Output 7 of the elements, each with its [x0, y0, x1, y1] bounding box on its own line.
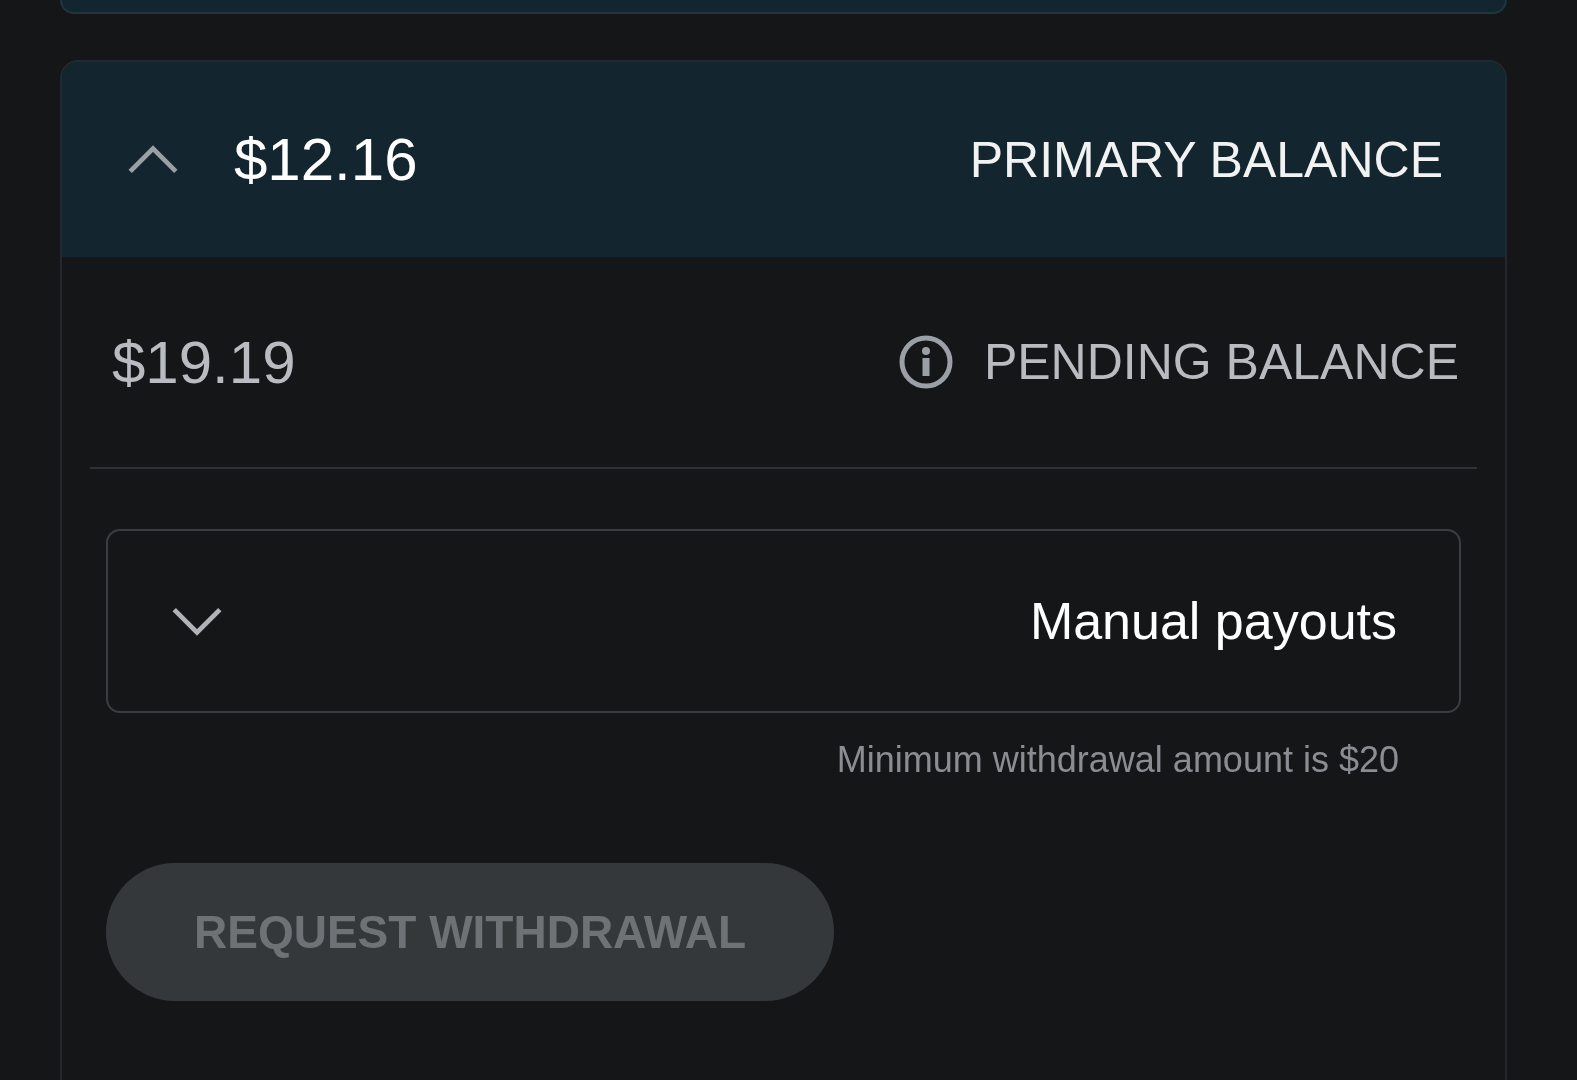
- primary-balance-label: PRIMARY BALANCE: [969, 130, 1443, 189]
- payout-select[interactable]: Manual payouts: [106, 529, 1461, 713]
- helper-text: Minimum withdrawal amount is $20: [836, 739, 1399, 781]
- info-icon[interactable]: [897, 334, 954, 390]
- pending-balance-label: PENDING BALANCE: [983, 333, 1459, 391]
- pending-balance-amount: $19.19: [112, 327, 296, 397]
- primary-balance-amount: $12.16: [234, 125, 418, 194]
